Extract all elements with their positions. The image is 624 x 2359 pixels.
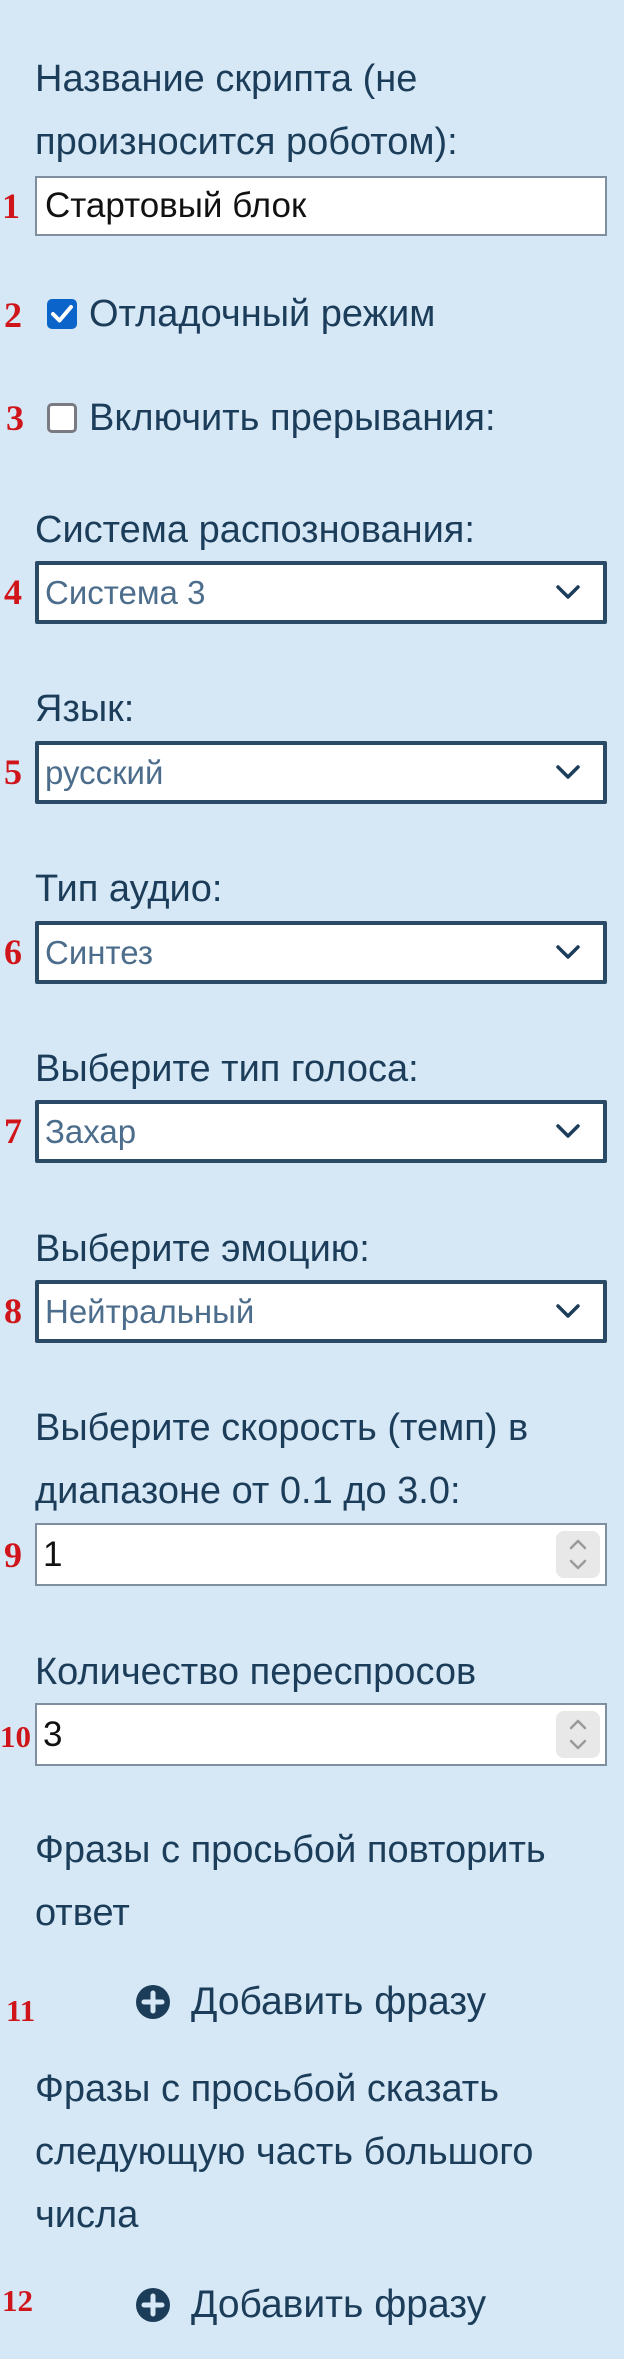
plus-circle-icon xyxy=(136,2288,170,2322)
language-value: русский xyxy=(45,754,164,791)
emotion-select[interactable]: Нейтральный xyxy=(35,1280,607,1343)
audio-type-label: Тип аудио: xyxy=(35,868,223,910)
speed-spinner[interactable] xyxy=(556,1531,600,1578)
marker-9: 9 xyxy=(4,1535,22,1575)
reprompts-input[interactable]: 3 xyxy=(35,1703,607,1766)
reprompts-value: 3 xyxy=(43,1715,63,1754)
chevron-down-icon xyxy=(556,945,580,959)
marker-5: 5 xyxy=(4,752,22,792)
checkmark-icon xyxy=(51,305,73,323)
voice-label: Выберите тип голоса: xyxy=(35,1048,419,1090)
speed-label: Выберите скорость (темп) в диапазоне от … xyxy=(35,1407,529,1512)
speed-input[interactable]: 1 xyxy=(35,1523,607,1586)
language-label: Язык: xyxy=(35,688,135,730)
add-repeat-phrase-label: Добавить фразу xyxy=(191,1980,487,2023)
marker-8: 8 xyxy=(4,1291,22,1331)
script-name-input[interactable]: Стартовый блок xyxy=(35,176,607,236)
add-repeat-phrase-button[interactable]: Добавить фразу xyxy=(135,1977,486,2027)
recognition-label: Система распознования: xyxy=(35,509,475,551)
voice-value: Захар xyxy=(45,1113,137,1150)
recognition-value: Система 3 xyxy=(45,574,206,611)
chevron-down-icon xyxy=(556,1124,580,1138)
audio-type-value: Синтез xyxy=(45,934,153,971)
marker-4: 4 xyxy=(4,572,22,612)
chevron-down-icon xyxy=(556,585,580,599)
marker-3: 3 xyxy=(6,398,24,438)
marker-7: 7 xyxy=(4,1111,22,1151)
spinner-arrows-icon xyxy=(569,1719,587,1750)
speed-value: 1 xyxy=(43,1535,63,1574)
marker-11: 11 xyxy=(6,1993,36,2028)
chevron-down-icon xyxy=(556,765,580,779)
reprompts-label: Количество переспросов xyxy=(35,1651,477,1693)
marker-1: 1 xyxy=(2,186,20,226)
language-select[interactable]: русский xyxy=(35,741,607,804)
interrupts-label[interactable]: Включить прерывания: xyxy=(89,396,496,440)
marker-6: 6 xyxy=(4,932,22,972)
marker-12: 12 xyxy=(2,2283,33,2318)
add-next-part-phrase-label: Добавить фразу xyxy=(191,2283,487,2326)
emotion-value: Нейтральный xyxy=(45,1293,255,1330)
chevron-down-icon xyxy=(556,1304,580,1318)
debug-mode-label[interactable]: Отладочный режим xyxy=(89,292,435,336)
debug-mode-checkbox[interactable] xyxy=(47,299,77,329)
voice-select[interactable]: Захар xyxy=(35,1100,607,1163)
spinner-arrows-icon xyxy=(569,1539,587,1570)
emotion-label: Выберите эмоцию: xyxy=(35,1228,370,1270)
recognition-select[interactable]: Система 3 xyxy=(35,561,607,624)
add-next-part-phrase-button[interactable]: Добавить фразу xyxy=(135,2280,486,2330)
interrupts-checkbox[interactable] xyxy=(47,403,77,433)
audio-type-select[interactable]: Синтез xyxy=(35,921,607,984)
plus-circle-icon xyxy=(136,1985,170,2019)
marker-10: 10 xyxy=(0,1719,31,1754)
script-name-label: Название скрипта (не произносится робото… xyxy=(35,58,458,163)
next-part-phrases-label: Фразы с просьбой сказать следующую часть… xyxy=(35,2068,534,2236)
reprompts-spinner[interactable] xyxy=(556,1711,600,1758)
marker-2: 2 xyxy=(4,295,22,335)
repeat-phrases-label: Фразы с просьбой повторить ответ xyxy=(35,1829,546,1934)
